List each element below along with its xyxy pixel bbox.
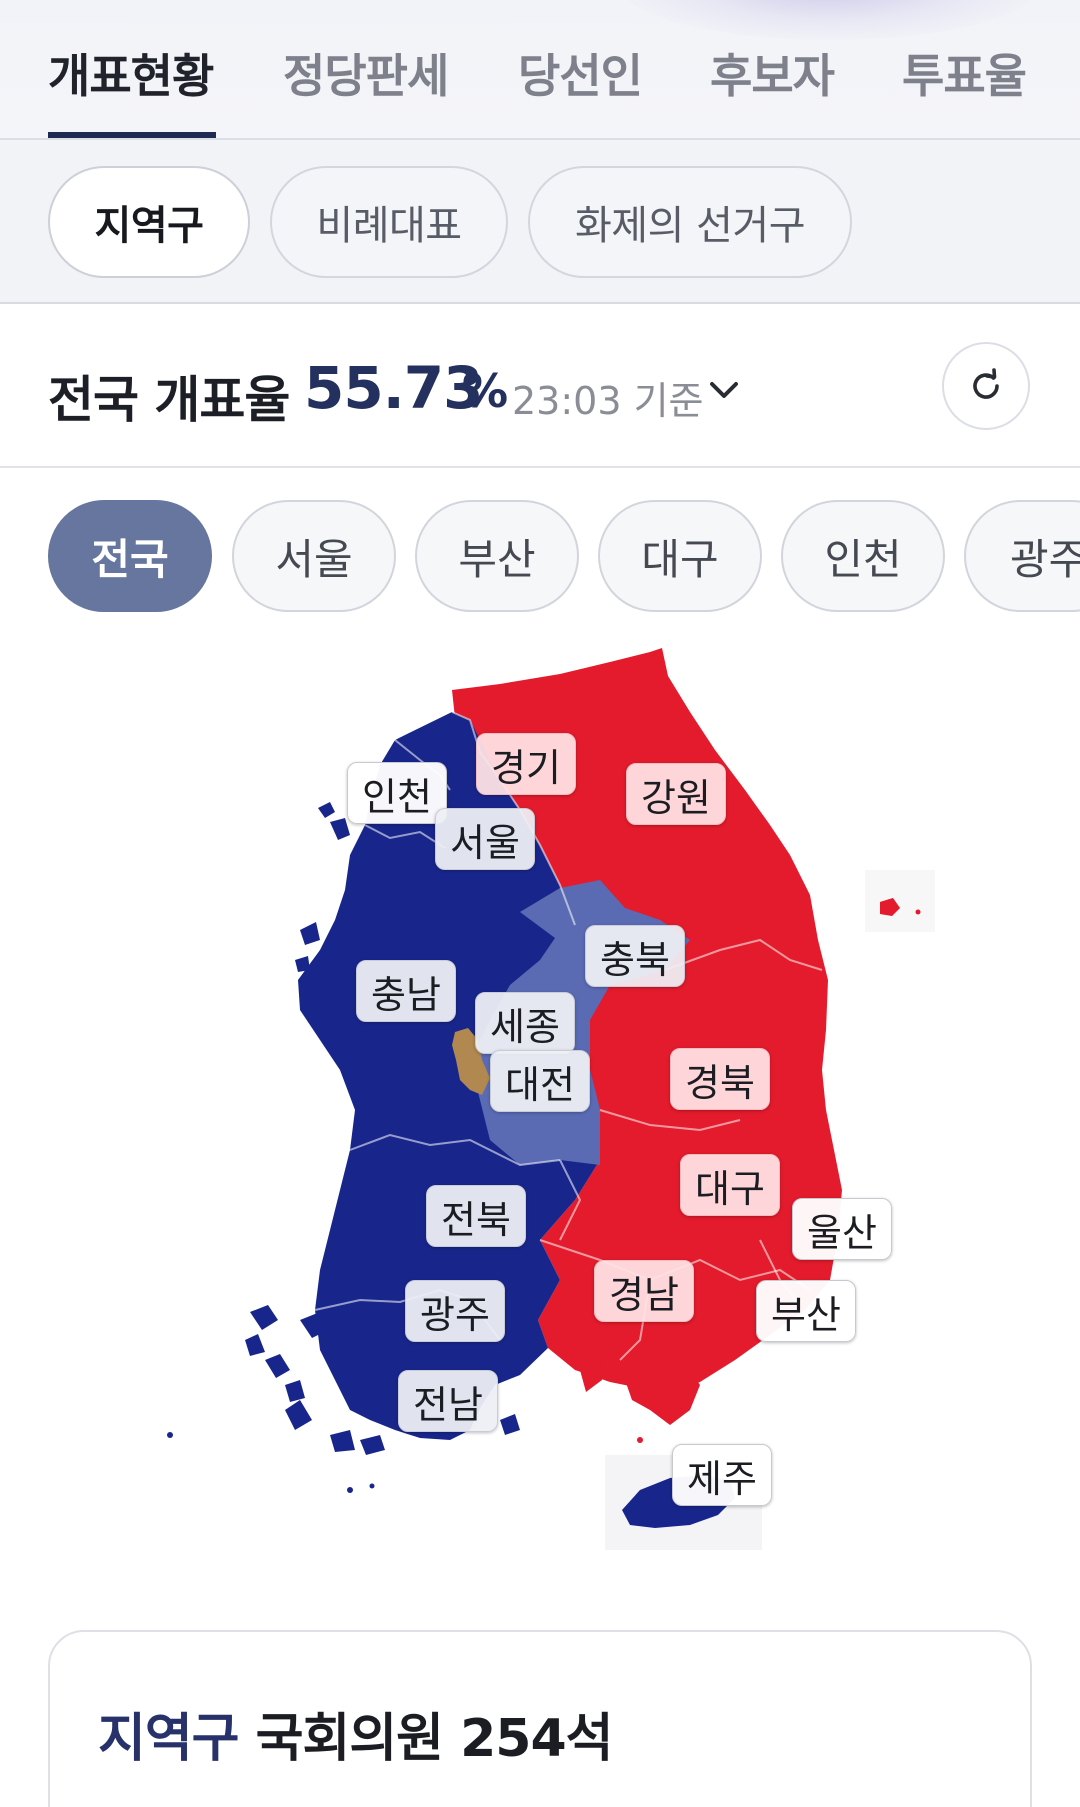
map-label-jeju[interactable]: 제주 — [672, 1444, 772, 1506]
map-label-gyeongnam[interactable]: 경남 — [594, 1260, 694, 1322]
counting-timestamp[interactable]: 23:03 기준 — [512, 370, 704, 425]
region-chip-seoul[interactable]: 서울 — [232, 500, 396, 612]
active-tab-indicator — [48, 132, 216, 138]
map-label-daegu[interactable]: 대구 — [680, 1154, 780, 1216]
map-label-busan[interactable]: 부산 — [756, 1280, 856, 1342]
counting-rate-label: 전국 개표율 — [48, 371, 290, 429]
sub-tab-bar: 지역구 비례대표 화제의 선거구 — [0, 140, 1080, 304]
region-chip-busan[interactable]: 부산 — [415, 500, 579, 612]
subtab-district[interactable]: 지역구 — [48, 166, 250, 278]
map-label-chungbuk[interactable]: 충북 — [585, 925, 685, 987]
map-label-sejong[interactable]: 세종 — [475, 992, 575, 1054]
tab-turnout[interactable]: 투표율 — [902, 40, 1027, 103]
tab-party-standings[interactable]: 정당판세 — [283, 40, 449, 103]
map-label-daejeon[interactable]: 대전 — [490, 1050, 590, 1112]
map-label-gyeongbuk[interactable]: 경북 — [670, 1048, 770, 1110]
map-label-ulsan[interactable]: 울산 — [792, 1198, 892, 1260]
region-chip-national[interactable]: 전국 — [48, 500, 212, 612]
counting-rate-unit: % — [462, 364, 509, 418]
header-glow-decoration — [620, 0, 1040, 40]
district-seats-card: 지역구 국회의원 254석 — [48, 1630, 1032, 1807]
title-seat-count: 국회의원 254석 — [255, 1709, 614, 1769]
tab-elected[interactable]: 당선인 — [518, 40, 643, 103]
counting-rate-row: 전국 개표율 55.73 % 23:03 기준 — [0, 304, 1080, 468]
map-label-seoul[interactable]: 서울 — [435, 808, 535, 870]
region-chip-gwangju[interactable]: 광주 — [964, 500, 1080, 612]
election-map: 경기 강원 인천 서울 충북 충남 세종 대전 경북 대구 울산 전북 경남 부… — [0, 640, 1080, 1570]
region-chip-incheon[interactable]: 인천 — [781, 500, 945, 612]
refresh-icon — [973, 368, 999, 399]
refresh-button[interactable] — [942, 342, 1030, 430]
map-label-gyeonggi[interactable]: 경기 — [476, 733, 576, 795]
map-label-chungnam[interactable]: 충남 — [356, 960, 456, 1022]
map-label-incheon[interactable]: 인천 — [347, 762, 447, 824]
subtab-hot-districts[interactable]: 화제의 선거구 — [528, 166, 852, 278]
map-label-jeonnam[interactable]: 전남 — [398, 1370, 498, 1432]
map-label-gwangju[interactable]: 광주 — [405, 1280, 505, 1342]
subtab-proportional[interactable]: 비례대표 — [270, 166, 508, 278]
tab-counting-status[interactable]: 개표현황 — [48, 40, 214, 103]
map-label-jeonbuk[interactable]: 전북 — [426, 1185, 526, 1247]
tab-candidates[interactable]: 후보자 — [710, 40, 835, 103]
map-label-gangwon[interactable]: 강원 — [626, 763, 726, 825]
region-chip-daegu[interactable]: 대구 — [598, 500, 762, 612]
counting-rate-value: 55.73 — [304, 354, 483, 422]
district-seats-title: 지역구 국회의원 254석 — [98, 1696, 613, 1771]
top-tab-bar: 개표현황 정당판세 당선인 후보자 투표율 — [0, 0, 1080, 140]
title-accent-district: 지역구 — [98, 1709, 240, 1769]
chevron-down-icon[interactable] — [704, 370, 744, 410]
